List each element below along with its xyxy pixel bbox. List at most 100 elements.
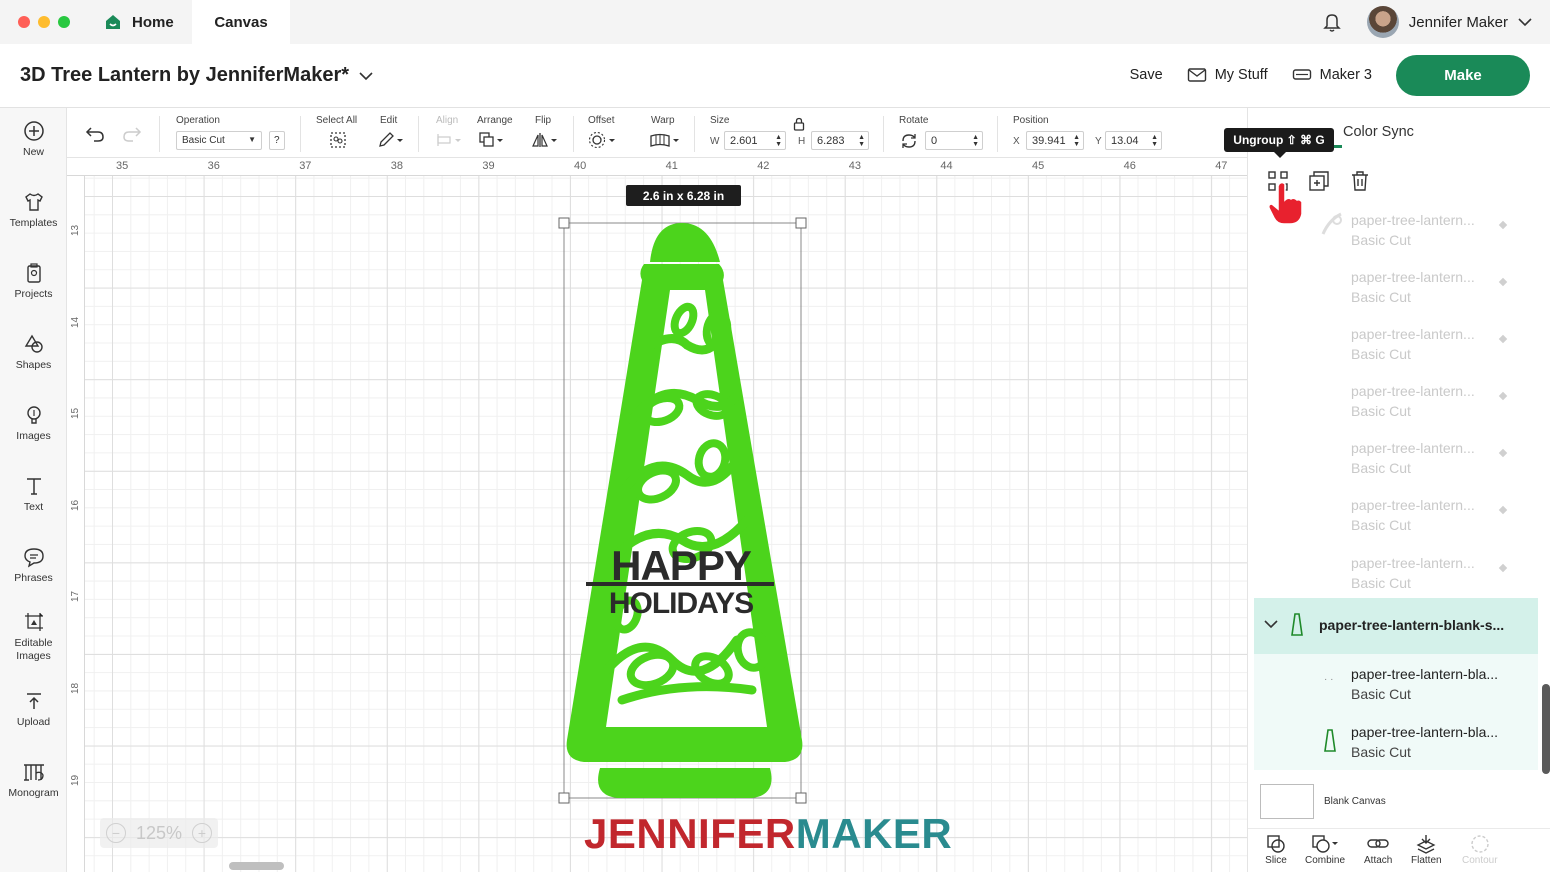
layer-visibility-icon[interactable] [1498, 391, 1508, 401]
machine-label: Maker 3 [1319, 67, 1372, 83]
edit-pencil-icon[interactable] [377, 131, 405, 149]
toolbar-separator [573, 116, 574, 152]
sidebar-item-monogram[interactable]: Monogram [0, 761, 67, 800]
make-button[interactable]: Make [1396, 54, 1530, 96]
sidebar-item-editable-images[interactable]: Editable Images [0, 611, 67, 663]
attach-button[interactable]: Attach [1364, 833, 1392, 866]
layer-visibility-icon[interactable] [1498, 277, 1508, 287]
layer-row[interactable]: paper-tree-lantern... Basic Cut [1254, 318, 1540, 375]
sidebar-item-shapes[interactable]: Shapes [0, 333, 67, 372]
redo-icon[interactable] [122, 125, 142, 143]
slice-button[interactable]: Slice [1265, 833, 1287, 866]
offset-icon[interactable] [588, 131, 618, 149]
sidebar-item-text[interactable]: Text [0, 475, 67, 514]
layer-operation: Basic Cut [1351, 460, 1411, 476]
rotate-label: Rotate [899, 115, 929, 126]
slice-icon [1267, 835, 1285, 853]
warp-icon[interactable] [649, 131, 681, 149]
design-text-happy: HAPPY [611, 542, 752, 589]
zoom-in-button[interactable]: + [191, 823, 212, 843]
sidebar-item-upload[interactable]: Upload [0, 690, 67, 729]
arrange-icon[interactable] [478, 131, 506, 149]
tab-canvas[interactable]: Canvas [192, 0, 290, 44]
toolbar-separator [694, 116, 695, 152]
help-label: ? [274, 135, 280, 146]
operation-help-button[interactable]: ? [269, 131, 285, 150]
window-close-button[interactable] [18, 16, 30, 28]
sidebar-item-templates[interactable]: Templates [0, 191, 67, 230]
layer-visibility-icon[interactable] [1498, 448, 1508, 458]
tree-lantern-design[interactable]: HAPPY HOLIDAYS [562, 220, 807, 800]
machine-select-button[interactable]: Maker 3 [1292, 67, 1372, 83]
trash-icon[interactable] [1349, 170, 1371, 192]
chevron-down-icon[interactable] [1264, 619, 1278, 629]
ruler-tick-label: 19 [70, 774, 81, 786]
avatar[interactable] [1366, 6, 1399, 38]
lock-icon[interactable] [793, 117, 805, 131]
select-all-label: Select All [316, 115, 358, 126]
sidebar-item-images[interactable]: Images [0, 404, 67, 443]
layer-row[interactable]: paper-tree-lantern... Basic Cut [1254, 261, 1540, 318]
project-title[interactable]: 3D Tree Lantern by JenniferMaker* [20, 64, 373, 87]
text-icon [26, 478, 41, 495]
tab-home[interactable]: Home [92, 0, 192, 44]
horizontal-scrollbar[interactable] [229, 862, 284, 870]
stepper-icon[interactable]: ▲ ▼ [972, 134, 979, 148]
layer-visibility-icon[interactable] [1498, 563, 1508, 573]
layer-row[interactable]: paper-tree-lantern... Basic Cut [1254, 375, 1540, 432]
window-minimize-button[interactable] [38, 16, 50, 28]
layer-name: paper-tree-lantern... [1351, 440, 1475, 456]
group-name: paper-tree-lantern-blank-s... [1319, 617, 1505, 633]
position-y-input[interactable]: 13.04 ▲ ▼ [1105, 131, 1162, 150]
layer-row[interactable]: · · paper-tree-lantern-bla... Basic Cut [1254, 658, 1538, 712]
blank-canvas-swatch[interactable] [1260, 784, 1314, 819]
window-zoom-button[interactable] [58, 16, 70, 28]
warp-label: Warp [651, 115, 675, 126]
layer-row[interactable]: paper-tree-lantern-bla... Basic Cut [1254, 716, 1538, 770]
layer-visibility-icon[interactable] [1498, 334, 1508, 344]
sidebar-label: Shapes [15, 359, 52, 371]
flip-icon[interactable] [531, 131, 559, 149]
shapes-icon [24, 334, 43, 353]
flatten-button[interactable]: Flatten [1411, 833, 1442, 866]
my-stuff-button[interactable]: My Stuff [1187, 67, 1268, 83]
bell-icon[interactable] [1321, 11, 1343, 33]
layer-row[interactable]: paper-tree-lantern... Basic Cut [1254, 432, 1540, 489]
sidebar-item-projects[interactable]: Projects [0, 262, 67, 301]
layer-visibility-icon[interactable] [1498, 505, 1508, 515]
combine-button[interactable]: Combine [1305, 833, 1345, 866]
stepper-icon[interactable]: ▲ ▼ [858, 134, 865, 148]
design-canvas[interactable]: 35 36 37 38 39 40 41 42 43 44 45 46 47 13 14 15 16 17 18 1… [67, 158, 1247, 872]
user-menu[interactable]: Jennifer Maker [1321, 0, 1532, 44]
sidebar-item-new[interactable]: New [0, 120, 67, 159]
stepper-icon[interactable]: ▲ ▼ [775, 134, 782, 148]
layer-group-row[interactable]: paper-tree-lantern-blank-s... [1254, 598, 1538, 654]
edit-label: Edit [380, 115, 398, 126]
undo-icon[interactable] [85, 125, 105, 143]
width-input[interactable]: 2.601 ▲ ▼ [724, 131, 786, 150]
stepper-icon[interactable]: ▲ ▼ [1151, 134, 1158, 148]
left-sidebar: New Templates Projects Shapes Images Tex… [0, 108, 67, 872]
layers-scrollbar[interactable] [1542, 684, 1550, 774]
stepper-icon[interactable]: ▲ ▼ [1073, 134, 1080, 148]
save-button[interactable]: Save [1130, 67, 1163, 83]
rotate-input[interactable]: 0 ▲ ▼ [925, 131, 983, 150]
duplicate-icon[interactable] [1308, 170, 1330, 192]
layer-bottom-tools: Slice Combine Attach Flatten Contour [1248, 828, 1550, 872]
zoom-out-button[interactable]: − [106, 823, 126, 843]
layer-row[interactable]: paper-tree-lantern... Basic Cut [1254, 204, 1540, 261]
layer-visibility-icon[interactable] [1498, 220, 1508, 230]
sidebar-item-phrases[interactable]: Phrases [0, 546, 67, 585]
tab-color-sync[interactable]: Color Sync [1343, 124, 1414, 140]
select-all-icon[interactable] [329, 131, 347, 149]
ruler-tick-label: 43 [848, 160, 862, 172]
operation-select[interactable]: Basic Cut ▼ [176, 131, 262, 150]
layer-row[interactable]: paper-tree-lantern... Basic Cut [1254, 489, 1540, 546]
ruler-tick-label: 46 [1123, 160, 1136, 172]
ruler-tick-label: 13 [70, 224, 81, 236]
position-x-input[interactable]: 39.941 ▲ ▼ [1026, 131, 1084, 150]
project-title-text: 3D Tree Lantern by JenniferMaker* [20, 64, 350, 86]
layer-operation: Basic Cut [1351, 232, 1411, 248]
height-input[interactable]: 6.283 ▲ ▼ [811, 131, 869, 150]
layer-row[interactable]: paper-tree-lantern... Basic Cut [1254, 547, 1540, 604]
